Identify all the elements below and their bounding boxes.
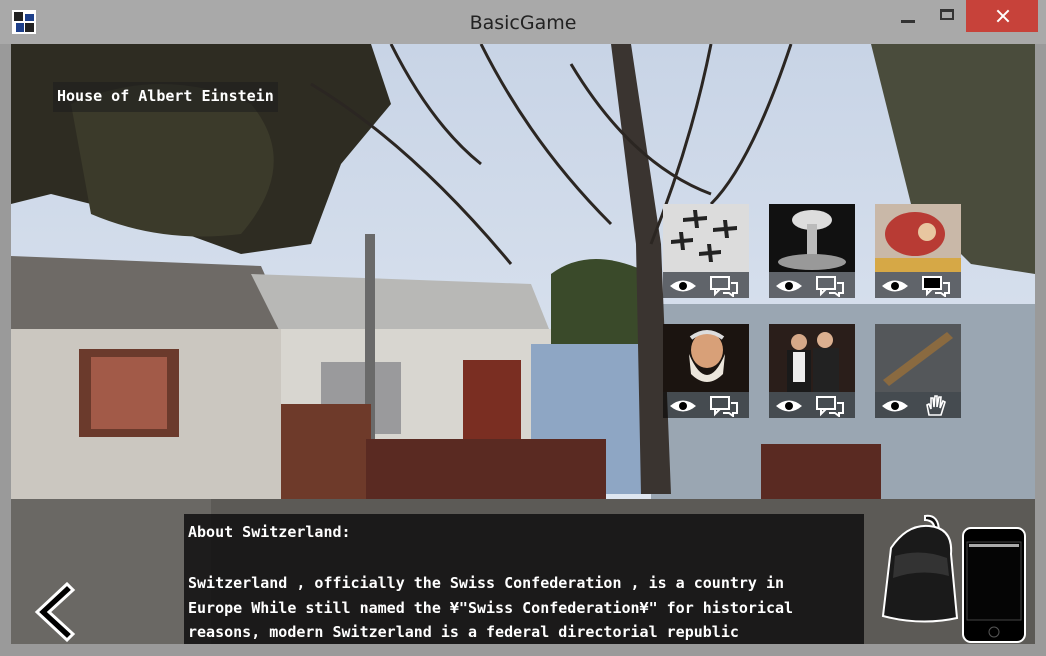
speech-bubbles-icon[interactable] <box>815 395 845 417</box>
info-title: About Switzerland: <box>188 523 351 541</box>
location-label: House of Albert Einstein <box>53 82 278 112</box>
mushroom-cloud-image <box>769 204 855 272</box>
maximize-button[interactable] <box>930 0 966 32</box>
speech-bubbles-icon[interactable] <box>815 275 845 297</box>
window-titlebar: BasicGame <box>0 0 1046 44</box>
speech-bubbles-icon[interactable] <box>709 275 739 297</box>
wooden-stick-image <box>875 324 961 392</box>
inventory-item-bombers[interactable] <box>663 204 749 298</box>
eye-icon[interactable] <box>668 395 698 417</box>
close-button[interactable] <box>966 0 1038 32</box>
phone-icon[interactable] <box>961 526 1027 644</box>
inventory-item-galileo[interactable] <box>663 324 749 418</box>
minimize-button[interactable] <box>888 0 928 32</box>
info-dialog: About Switzerland: Switzerland , officia… <box>184 514 864 644</box>
item-actions <box>769 392 855 418</box>
inventory-item-explosion[interactable] <box>769 204 855 298</box>
eye-icon[interactable] <box>880 395 910 417</box>
eye-icon[interactable] <box>774 395 804 417</box>
speech-bubbles-icon[interactable] <box>921 275 951 297</box>
inventory-item-couple[interactable] <box>769 324 855 418</box>
eye-icon[interactable] <box>880 275 910 297</box>
two-people-photo-image <box>769 324 855 392</box>
bomber-planes-image <box>663 204 749 272</box>
item-actions <box>769 272 855 298</box>
item-actions <box>663 392 749 418</box>
inventory-item-painting[interactable] <box>875 204 961 298</box>
item-actions <box>875 392 961 418</box>
eye-icon[interactable] <box>774 275 804 297</box>
bearded-portrait-image <box>663 324 749 392</box>
inventory-item-stick[interactable] <box>875 324 961 418</box>
info-body: Switzerland , officially the Swiss Confe… <box>188 574 794 641</box>
backpack-icon[interactable] <box>877 514 959 626</box>
chevron-left-icon[interactable] <box>31 582 77 642</box>
game-scene[interactable]: House of Albert Einstein About Switzerla… <box>11 44 1035 644</box>
hand-grab-icon[interactable] <box>921 395 951 417</box>
painting-image <box>875 204 961 272</box>
item-actions <box>663 272 749 298</box>
speech-bubbles-icon[interactable] <box>709 395 739 417</box>
item-actions <box>875 272 961 298</box>
eye-icon[interactable] <box>668 275 698 297</box>
